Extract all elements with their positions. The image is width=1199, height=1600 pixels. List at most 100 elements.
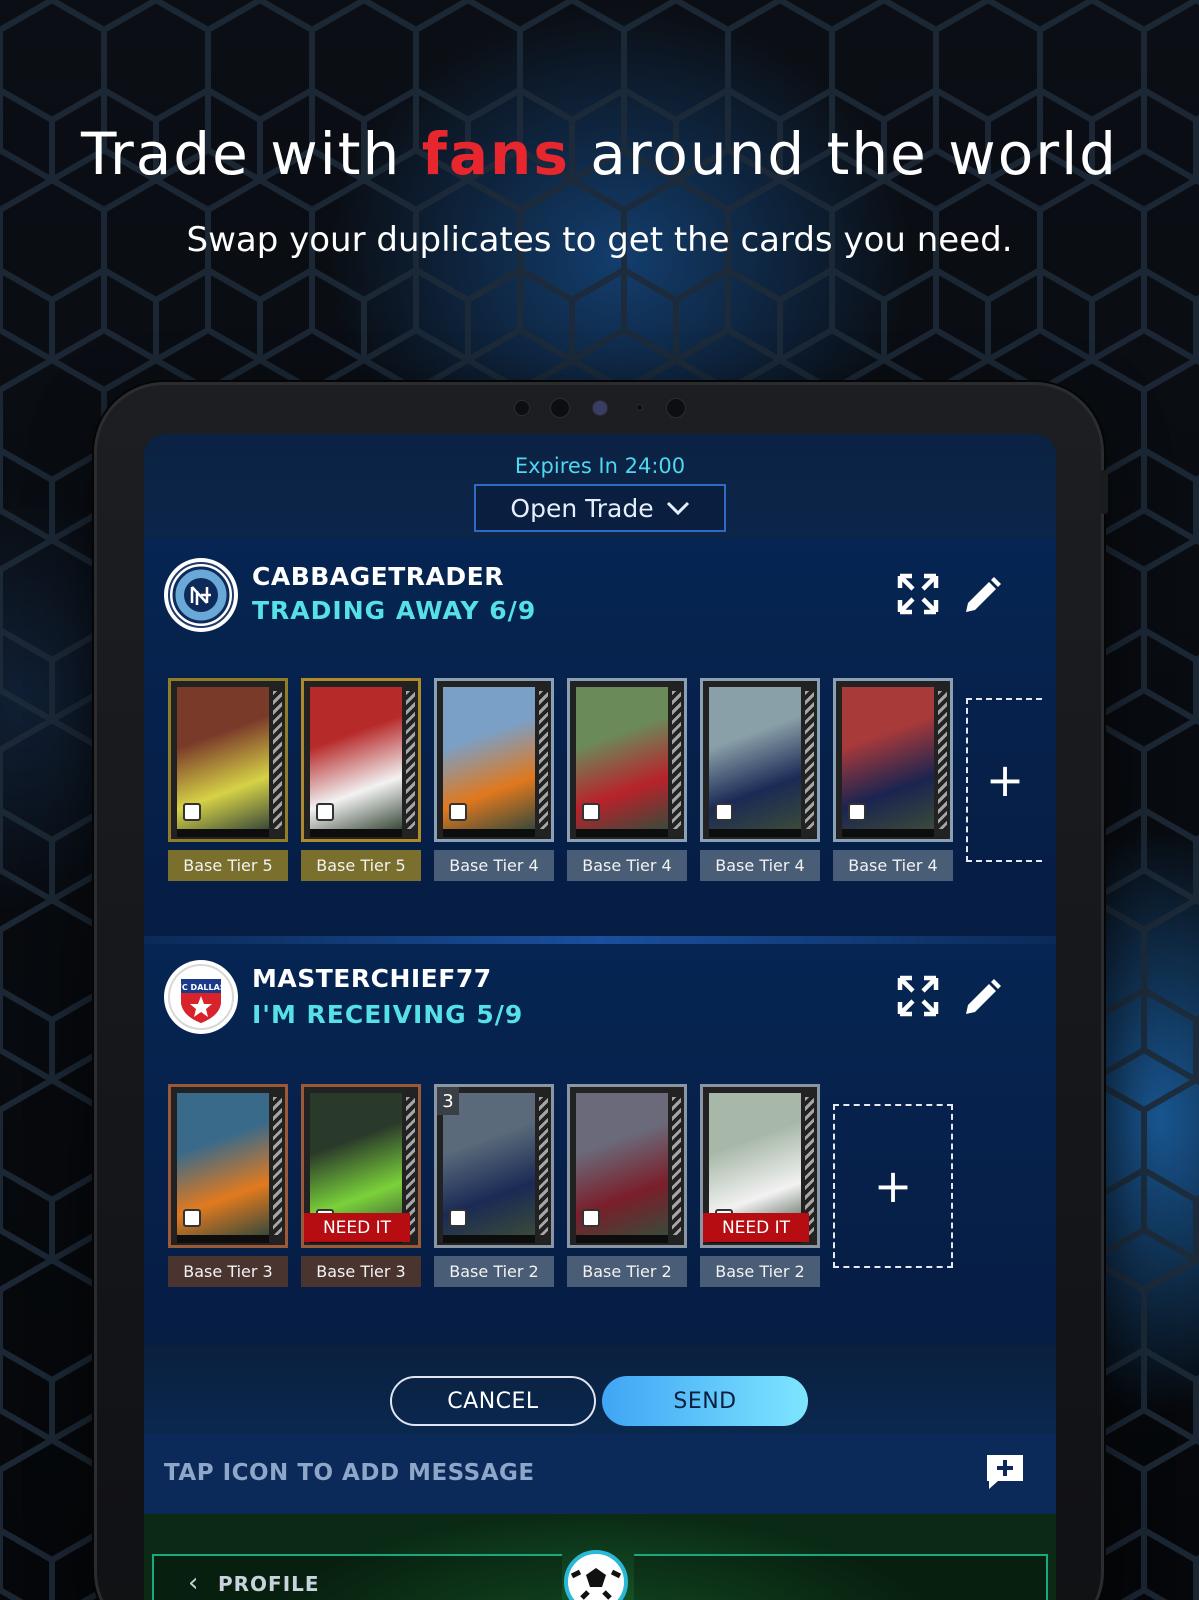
card-tier-label: Base Tier 5 xyxy=(301,850,421,881)
card-stripe xyxy=(539,1097,548,1235)
receiver-username: MASTERCHIEF77 xyxy=(252,964,492,993)
card-art: 3 xyxy=(434,1084,554,1248)
card-tier-label: Base Tier 4 xyxy=(833,850,953,881)
card-art xyxy=(567,1084,687,1248)
expand-icon[interactable] xyxy=(896,572,940,616)
chevron-left-icon: ‹ xyxy=(188,1568,199,1598)
card-stripe xyxy=(273,1097,282,1235)
card-namebar xyxy=(709,829,801,837)
league-badge-icon xyxy=(582,1209,600,1227)
card-stripe xyxy=(805,691,814,829)
need-it-badge: NEED IT xyxy=(304,1213,410,1242)
card-art: NEED IT xyxy=(301,1084,421,1248)
league-badge-icon xyxy=(449,1209,467,1227)
league-badge-icon xyxy=(582,803,600,821)
card-art xyxy=(700,678,820,842)
card-namebar xyxy=(576,829,668,837)
card-art xyxy=(434,678,554,842)
card-tier-label: Base Tier 4 xyxy=(567,850,687,881)
promo-subheadline: Swap your duplicates to get the cards yo… xyxy=(186,220,1013,260)
receiver-panel: FC DALLAS MASTERCHIEF77 I'M RECEIVING 5/… xyxy=(144,944,1056,1344)
card-stripe xyxy=(672,1097,681,1235)
card-tier-label: Base Tier 3 xyxy=(168,1256,288,1287)
headline-pre: Trade with xyxy=(80,120,422,188)
card-art xyxy=(168,1084,288,1248)
nycfc-crest-icon xyxy=(168,562,234,628)
card-namebar xyxy=(443,1235,535,1243)
soccer-ball-icon[interactable] xyxy=(564,1550,628,1600)
card-stripe xyxy=(273,691,282,829)
card-namebar xyxy=(842,829,934,837)
card-tier-label: Base Tier 2 xyxy=(434,1256,554,1287)
league-badge-icon xyxy=(183,1209,201,1227)
trade-header: Expires In 24:00 Open Trade xyxy=(144,434,1056,538)
card-art xyxy=(833,678,953,842)
league-badge-icon xyxy=(183,803,201,821)
card-stripe xyxy=(406,691,415,829)
chevron-down-icon xyxy=(666,501,689,516)
receiver-status: I'M RECEIVING 5/9 xyxy=(252,1000,524,1029)
sender-panel: CABBAGETRADER TRADING AWAY 6/9 Base Tier… xyxy=(144,538,1056,936)
cancel-button[interactable]: CANCEL xyxy=(390,1376,596,1426)
avatar[interactable]: FC DALLAS xyxy=(164,960,238,1034)
card-tier-label: Base Tier 3 xyxy=(301,1256,421,1287)
trade-type-value: Open Trade xyxy=(510,493,654,523)
card-namebar xyxy=(310,829,402,837)
sensor-dot-icon xyxy=(636,404,643,411)
camera-icon xyxy=(666,398,686,418)
profile-nav-button[interactable]: ‹ PROFILE xyxy=(152,1554,562,1600)
sender-status: TRADING AWAY 6/9 xyxy=(252,596,537,625)
card-tier-label: Base Tier 4 xyxy=(700,850,820,881)
nav-right-segment xyxy=(634,1554,1048,1600)
sender-username: CABBAGETRADER xyxy=(252,562,504,591)
card-tier-label: Base Tier 2 xyxy=(567,1256,687,1287)
promo-headline: Trade with fans around the world xyxy=(0,120,1199,188)
card-stripe xyxy=(539,691,548,829)
add-card-button[interactable]: + xyxy=(833,1104,953,1268)
card-art xyxy=(168,678,288,842)
send-button[interactable]: SEND xyxy=(602,1376,808,1426)
card-tier-label: Base Tier 5 xyxy=(168,850,288,881)
league-badge-icon xyxy=(848,803,866,821)
card-namebar xyxy=(177,1235,269,1243)
headline-accent: fans xyxy=(421,120,570,188)
message-bar: TAP ICON TO ADD MESSAGE xyxy=(144,1434,1056,1514)
pencil-icon[interactable] xyxy=(960,574,1004,618)
profile-label: PROFILE xyxy=(218,1572,320,1596)
panel-divider xyxy=(144,936,1056,944)
sensor-icon xyxy=(514,400,530,416)
pencil-icon[interactable] xyxy=(960,976,1004,1020)
message-plus-icon[interactable] xyxy=(984,1452,1026,1492)
message-prompt: TAP ICON TO ADD MESSAGE xyxy=(164,1460,535,1486)
svg-text:FC DALLAS: FC DALLAS xyxy=(176,983,225,992)
card-namebar xyxy=(576,1235,668,1243)
card-namebar xyxy=(443,829,535,837)
card-namebar xyxy=(177,829,269,837)
fcdallas-crest-icon: FC DALLAS xyxy=(168,964,234,1030)
duplicate-count-badge: 3 xyxy=(437,1087,459,1115)
need-it-badge: NEED IT xyxy=(703,1213,809,1242)
expand-icon[interactable] xyxy=(896,974,940,1018)
card-stripe xyxy=(938,691,947,829)
card-art xyxy=(567,678,687,842)
card-art: NEED IT xyxy=(700,1084,820,1248)
tablet-cameras xyxy=(0,398,1199,418)
add-card-button[interactable]: + xyxy=(966,698,1042,862)
league-badge-icon xyxy=(715,803,733,821)
app-screen: Expires In 24:00 Open Trade CABBAGETRADE… xyxy=(144,434,1056,1600)
card-tier-label: Base Tier 2 xyxy=(700,1256,820,1287)
expires-timer: Expires In 24:00 xyxy=(514,454,686,478)
card-art xyxy=(301,678,421,842)
card-stripe xyxy=(672,691,681,829)
league-badge-icon xyxy=(316,803,334,821)
bottom-nav: ‹ PROFILE xyxy=(144,1514,1056,1600)
avatar[interactable] xyxy=(164,558,238,632)
headline-post: around the world xyxy=(569,120,1119,188)
card-tier-label: Base Tier 4 xyxy=(434,850,554,881)
trade-type-select[interactable]: Open Trade xyxy=(474,484,726,532)
league-badge-icon xyxy=(449,803,467,821)
camera-icon xyxy=(550,398,570,418)
camera-lens-icon xyxy=(592,400,608,416)
tablet-side-button xyxy=(1100,470,1108,514)
soccer-ball-graphic xyxy=(570,1568,622,1600)
